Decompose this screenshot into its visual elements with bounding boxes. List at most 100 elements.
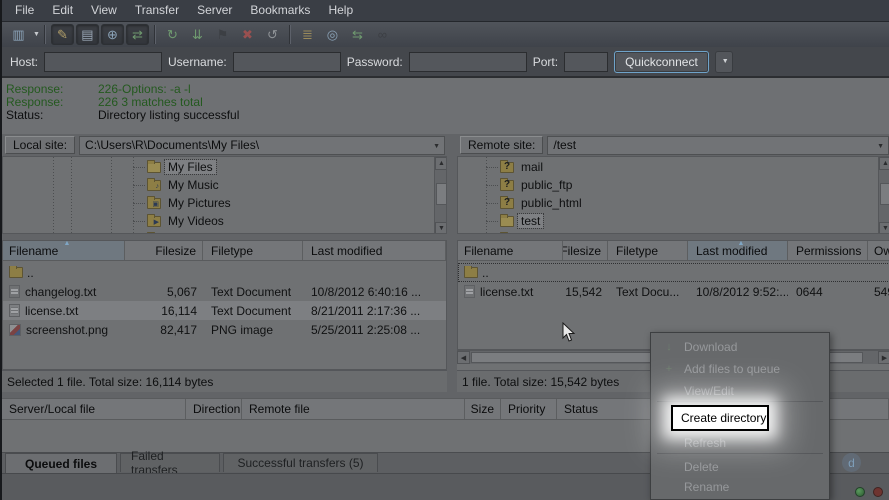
- menu-item-add-files-to-queue[interactable]: + Add files to queue: [652, 359, 828, 379]
- process-queue-icon[interactable]: ⇊: [186, 24, 209, 45]
- file-modified: 5/25/2011 2:25:08 ...: [311, 322, 421, 337]
- file-row-parent[interactable]: ..: [3, 263, 446, 282]
- panel-splitter[interactable]: [447, 134, 457, 392]
- compare-directories-icon[interactable]: ◎: [321, 24, 344, 45]
- unknown-folder-icon: ?: [500, 177, 514, 191]
- scroll-right-icon[interactable]: ▶: [878, 351, 889, 364]
- tree-item-public-html[interactable]: ? public_html: [486, 194, 585, 212]
- header-filename[interactable]: Filename: [458, 241, 563, 260]
- menu-item-delete[interactable]: Delete: [652, 457, 828, 477]
- reconnect-icon[interactable]: ↺: [261, 24, 284, 45]
- menu-server[interactable]: Server: [188, 0, 241, 21]
- header-filetype[interactable]: Filetype: [608, 241, 688, 260]
- filezilla-window: File Edit View Transfer Server Bookmarks…: [0, 0, 889, 500]
- local-status-text: Selected 1 file. Total size: 16,114 byte…: [7, 374, 214, 389]
- toggle-log-icon[interactable]: ✎: [50, 24, 74, 45]
- menu-item-label: Rename: [684, 480, 730, 494]
- sync-browsing-icon[interactable]: ⇆: [346, 24, 369, 45]
- scroll-down-icon[interactable]: ▼: [879, 222, 889, 233]
- password-input[interactable]: [408, 51, 527, 72]
- file-row-license-selected[interactable]: license.txt 16,114 Text Document 8/21/20…: [3, 301, 446, 320]
- file-name: ..: [482, 265, 489, 280]
- file-modified: 10/8/2012 6:40:16 ...: [311, 284, 422, 299]
- scroll-up-icon[interactable]: ▲: [879, 157, 889, 170]
- menu-item-label: View/Edit: [684, 384, 734, 398]
- scroll-thumb[interactable]: [880, 183, 889, 205]
- menu-item-refresh[interactable]: Refresh: [652, 433, 828, 453]
- menu-item-view-edit[interactable]: View/Edit: [652, 381, 828, 401]
- file-row-parent[interactable]: ..: [458, 263, 889, 282]
- local-tree-scrollbar[interactable]: ▲ ▼: [434, 157, 446, 233]
- header-last-modified[interactable]: Last modified ▲: [688, 241, 788, 260]
- header-filetype[interactable]: Filetype: [203, 241, 303, 260]
- filter-icon[interactable]: ≣: [296, 24, 319, 45]
- port-input[interactable]: [564, 51, 609, 72]
- toggle-remote-tree-icon[interactable]: ⊕: [100, 24, 124, 45]
- tree-item-test[interactable]: test: [486, 212, 545, 230]
- tree-stub: [486, 166, 498, 168]
- tree-stub: [486, 202, 498, 204]
- scroll-down-icon[interactable]: ▼: [435, 222, 446, 233]
- tree-item-public-ftp[interactable]: ? public_ftp: [486, 176, 575, 194]
- tree-item-label: mail: [521, 160, 544, 174]
- header-priority[interactable]: Priority: [501, 399, 557, 419]
- chevron-down-icon[interactable]: ▼: [433, 143, 440, 150]
- tree-item-label: My Videos: [168, 214, 224, 228]
- file-row-changelog[interactable]: changelog.txt 5,067 Text Document 10/8/2…: [3, 282, 446, 301]
- header-remote-file[interactable]: Remote file: [242, 399, 465, 419]
- site-manager-dropdown-icon[interactable]: ▼: [33, 31, 40, 38]
- header-filesize[interactable]: Filesize: [125, 241, 203, 260]
- site-manager-icon[interactable]: ▥: [7, 24, 30, 45]
- remote-site-combo[interactable]: /test ▼: [547, 135, 889, 155]
- menu-item-rename[interactable]: Rename: [652, 477, 828, 497]
- header-direction[interactable]: Direction: [186, 399, 242, 419]
- file-row-screenshot[interactable]: screenshot.png 82,417 PNG image 5/25/201…: [3, 320, 446, 339]
- menu-edit[interactable]: Edit: [43, 0, 82, 21]
- message-log: Response: 226-Options: -a -l Response: 2…: [2, 80, 889, 134]
- scroll-thumb[interactable]: [436, 183, 446, 205]
- menu-item-label: Refresh: [684, 436, 727, 450]
- chevron-down-icon[interactable]: ▼: [877, 143, 884, 150]
- file-row-license-remote[interactable]: license.txt 15,542 Text Docu... 10/8/201…: [458, 282, 889, 301]
- tree-item-my-music[interactable]: ♪ My Music: [133, 176, 222, 194]
- header-filesize[interactable]: Filesize: [563, 241, 608, 260]
- toggle-queue-icon[interactable]: ⇄: [125, 24, 149, 45]
- tree-guide: [71, 157, 72, 233]
- tab-queued-files[interactable]: Queued files: [5, 453, 117, 474]
- local-site-combo[interactable]: C:\Users\R\Documents\My Files\ ▼: [79, 135, 445, 155]
- menu-help[interactable]: Help: [319, 0, 362, 21]
- quickconnect-button[interactable]: Quickconnect: [614, 50, 709, 73]
- scroll-left-icon[interactable]: ◀: [457, 351, 470, 364]
- header-owner[interactable]: Ow: [868, 241, 889, 260]
- menu-bookmarks[interactable]: Bookmarks: [241, 0, 319, 21]
- toggle-local-tree-icon[interactable]: ▤: [75, 24, 99, 45]
- scroll-up-icon[interactable]: ▲: [435, 157, 446, 170]
- host-input[interactable]: [44, 51, 163, 72]
- quickconnect-dropdown-icon[interactable]: ▼: [714, 50, 733, 73]
- header-filename[interactable]: Filename ▲: [3, 241, 125, 260]
- header-permissions[interactable]: Permissions: [788, 241, 868, 260]
- cancel-icon[interactable]: ⚑: [211, 24, 234, 45]
- menu-item-create-directory[interactable]: Create directory: [671, 405, 769, 431]
- log-line-text: Directory listing successful: [98, 108, 240, 122]
- header-size[interactable]: Size: [465, 399, 501, 419]
- tab-failed-transfers[interactable]: Failed transfers: [120, 449, 220, 477]
- disconnect-icon[interactable]: ✖: [236, 24, 259, 45]
- menu-file[interactable]: File: [6, 0, 43, 21]
- find-files-icon[interactable]: ∞: [371, 24, 394, 45]
- remote-tree-scrollbar[interactable]: ▲ ▼: [878, 157, 889, 233]
- refresh-icon[interactable]: ↻: [161, 24, 184, 45]
- tab-successful-transfers[interactable]: Successful transfers (5): [223, 453, 378, 472]
- header-last-modified[interactable]: Last modified: [303, 241, 446, 260]
- menu-transfer[interactable]: Transfer: [126, 0, 188, 21]
- tree-item-my-videos[interactable]: ▶ My Videos: [133, 212, 227, 230]
- tree-item-mail[interactable]: ? mail: [486, 158, 546, 176]
- menu-item-download[interactable]: ↓ Download: [652, 337, 828, 357]
- username-input[interactable]: [232, 51, 341, 72]
- header-server-local-file[interactable]: Server/Local file: [2, 399, 186, 419]
- tree-item-my-pictures[interactable]: ▣ My Pictures: [133, 194, 234, 212]
- file-size: 16,114: [161, 303, 197, 318]
- header-label: Last modified: [696, 243, 768, 258]
- menu-view[interactable]: View: [82, 0, 126, 21]
- tree-item-my-files[interactable]: My Files: [133, 158, 217, 176]
